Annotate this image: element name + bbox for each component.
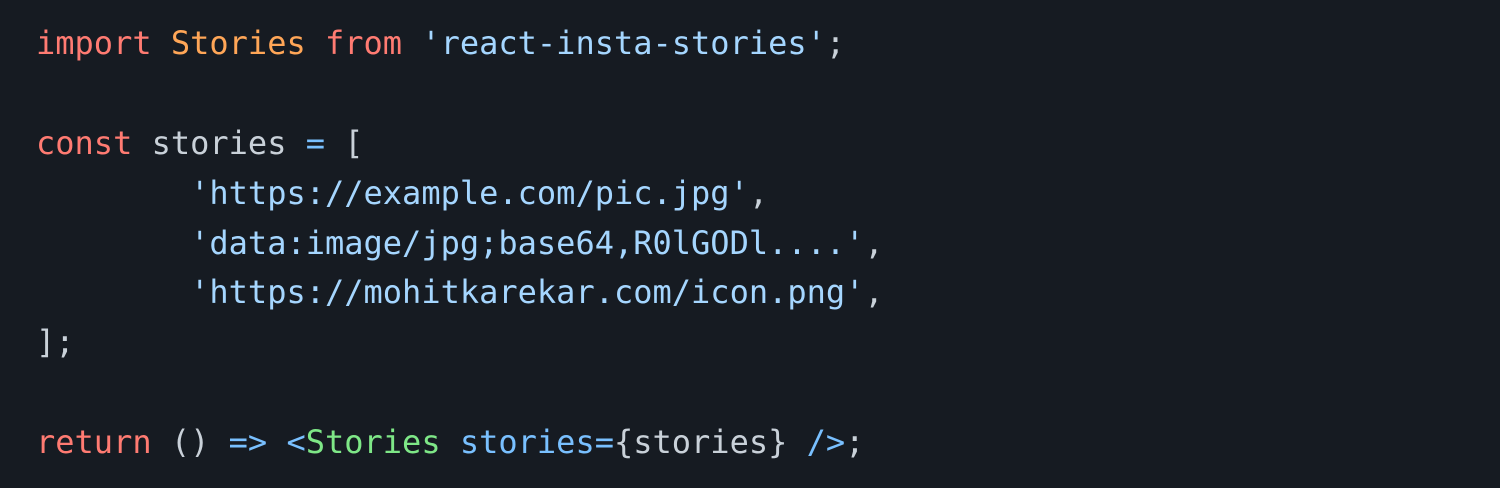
code-line-9: return () => <Stories stories={stories} … xyxy=(36,418,1500,468)
arrow-params: () xyxy=(170,423,210,462)
arrow-operator: => xyxy=(228,423,268,462)
code-line-7: ]; xyxy=(36,318,1500,368)
jsx-self-close: /> xyxy=(806,423,846,462)
code-line-3: const stories = [ xyxy=(36,119,1500,169)
import-identifier: Stories xyxy=(170,24,306,62)
assign-operator: = xyxy=(305,123,325,162)
code-block: import Stories from 'react-insta-stories… xyxy=(0,0,1500,488)
code-line-6: 'https://mohitkarekar.com/icon.png', xyxy=(36,268,1500,318)
array-string-item: 'https://mohitkarekar.com/icon.png' xyxy=(190,273,865,312)
comma: , xyxy=(864,273,884,312)
jsx-expression: {stories} xyxy=(613,423,788,462)
comma: , xyxy=(748,173,769,212)
array-close-bracket: ]; xyxy=(36,323,75,362)
jsx-open-angle: < xyxy=(286,423,306,462)
keyword-from: from xyxy=(324,24,403,62)
module-string: 'react-insta-stories' xyxy=(421,24,826,62)
comma: , xyxy=(864,223,884,262)
jsx-tag-name: Stories xyxy=(305,423,441,462)
keyword-return: return xyxy=(36,423,152,462)
jsx-attr-equals: = xyxy=(594,423,614,462)
array-open-bracket: [ xyxy=(344,123,364,162)
code-line-4: 'https://example.com/pic.jpg', xyxy=(36,169,1500,219)
semicolon: ; xyxy=(845,423,865,462)
keyword-import: import xyxy=(36,24,152,62)
array-string-item: 'https://example.com/pic.jpg' xyxy=(190,173,749,212)
array-string-item: 'data:image/jpg;base64,R0lGODl....' xyxy=(190,223,865,262)
code-line-5: 'data:image/jpg;base64,R0lGODl....', xyxy=(36,219,1500,269)
jsx-attribute: stories xyxy=(459,423,595,462)
keyword-const: const xyxy=(36,123,133,162)
variable-name: stories xyxy=(151,123,287,162)
semicolon: ; xyxy=(825,24,846,62)
code-line-1: import Stories from 'react-insta-stories… xyxy=(36,19,1500,69)
